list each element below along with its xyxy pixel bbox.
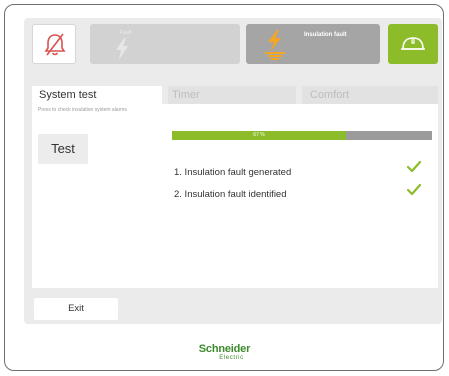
tab-timer[interactable]: Timer	[168, 86, 296, 104]
helmet-icon	[401, 37, 425, 50]
fault-button[interactable]: Fault	[90, 24, 240, 64]
helmet-button[interactable]	[388, 24, 438, 64]
progress-label: 67 %	[253, 132, 265, 138]
brand-sub: Electric	[219, 355, 244, 361]
test-button[interactable]: Test	[38, 134, 88, 164]
lightning-ground-icon	[265, 30, 285, 60]
exit-button[interactable]: Exit	[34, 298, 118, 320]
brand-name: Schneider	[198, 343, 251, 355]
system-test-content: Press to check insulation system alarms …	[32, 104, 438, 288]
top-toolbar: Fault Insulation fault	[32, 24, 438, 66]
schneider-logo: Schneider Electric	[0, 344, 449, 362]
alarm-mute-button[interactable]	[32, 24, 76, 64]
check-icon	[406, 183, 422, 196]
insulation-fault-label: Insulation fault	[304, 32, 347, 38]
tab-bar: System test Timer Comfort	[32, 86, 438, 104]
tab-system-test[interactable]: System test	[32, 86, 162, 104]
lightning-icon	[116, 38, 128, 60]
test-hint: Press to check insulation system alarms	[38, 107, 127, 113]
bell-slash-icon	[44, 33, 66, 56]
step-2-label: 2. Insulation fault identified	[174, 189, 287, 200]
check-icon	[406, 160, 422, 173]
step-1-label: 1. Insulation fault generated	[174, 167, 292, 178]
fault-small-label: Fault	[120, 30, 132, 36]
tab-comfort[interactable]: Comfort	[302, 86, 438, 104]
test-progress-bar: 67 %	[172, 131, 432, 140]
insulation-fault-button[interactable]: Insulation fault	[246, 24, 380, 64]
